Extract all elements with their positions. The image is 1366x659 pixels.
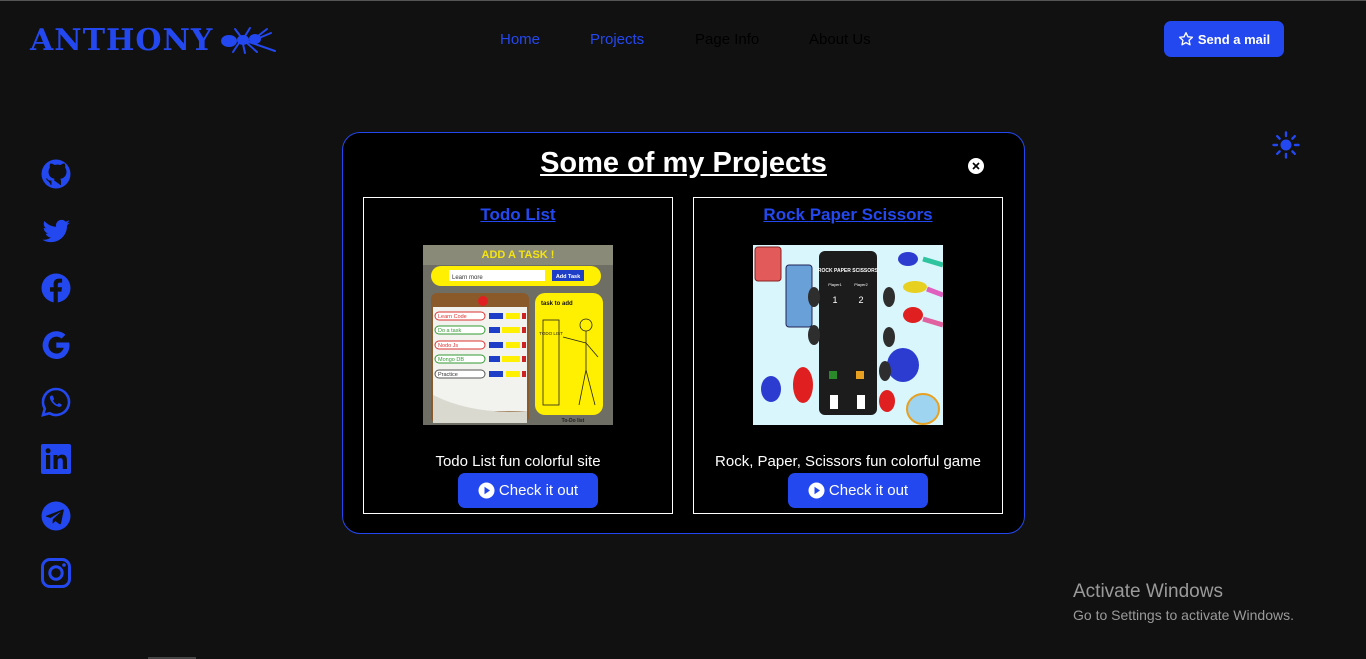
project-title-link[interactable]: Todo List: [364, 205, 672, 225]
project-description: Todo List fun colorful site: [435, 453, 601, 470]
thumb-task-2: Do a task: [438, 328, 461, 334]
whatsapp-icon[interactable]: [40, 386, 72, 418]
thumb-player2: Player2: [854, 282, 868, 287]
rps-thumbnail-art: ROCK PAPER SCISSORS Player1 Player2 1 2: [753, 245, 943, 425]
thumb-player1: Player1: [828, 282, 842, 287]
instagram-icon[interactable]: [40, 557, 72, 589]
nav-home[interactable]: Home: [500, 31, 540, 48]
site-logo[interactable]: ANTHONY: [30, 20, 279, 60]
watermark-subtitle: Go to Settings to activate Windows.: [1073, 607, 1294, 623]
nav-projects[interactable]: Projects: [590, 31, 644, 48]
send-mail-button[interactable]: Send a mail: [1164, 21, 1284, 57]
close-button[interactable]: [968, 158, 984, 174]
thumb-task-5: Practice: [438, 372, 458, 378]
top-border: [0, 0, 1366, 1]
thumb-side-note: task to add: [541, 301, 573, 307]
watermark-title: Activate Windows: [1073, 581, 1223, 602]
project-card-rps: Rock Paper Scissors ROCK PAPER SCISSORS …: [693, 197, 1003, 514]
thumb-score2: 2: [858, 295, 863, 305]
star-icon: [1178, 31, 1193, 46]
thumb-side-word: TODO LIST: [539, 331, 563, 336]
check-it-out-button[interactable]: Check it out: [458, 473, 598, 508]
google-icon[interactable]: [40, 329, 72, 361]
close-icon: [972, 162, 980, 170]
thumb-task-3: Nodo Js: [438, 343, 458, 349]
modal-title: Some of my Projects: [540, 147, 827, 179]
facebook-icon[interactable]: [40, 272, 72, 304]
social-links: [40, 158, 72, 589]
thumb-footer: To-Do list: [562, 418, 585, 424]
ant-icon: [221, 27, 277, 54]
projects-modal: Some of my Projects Todo List ADD A TASK…: [342, 132, 1025, 534]
thumb-add: Add Task: [556, 274, 581, 280]
nav-about-us[interactable]: About Us: [809, 31, 871, 48]
thumb-panel-title: ROCK PAPER SCISSORS: [818, 268, 879, 274]
check-it-out-label: Check it out: [828, 482, 909, 499]
thumb-task-4: Mongo DB: [438, 357, 464, 363]
twitter-icon[interactable]: [40, 215, 72, 247]
nav-page-info[interactable]: Page Info: [695, 31, 759, 48]
project-description: Rock, Paper, Scissors fun colorful game: [715, 453, 981, 470]
todo-thumbnail: ADD A TASK ! Learn more Add Task Learn C…: [423, 245, 613, 425]
logo-text: ANTHONY: [30, 22, 214, 58]
play-circle-icon: [808, 482, 825, 499]
thumb-score1: 1: [832, 295, 837, 305]
sun-icon[interactable]: [1272, 131, 1300, 159]
project-title-link[interactable]: Rock Paper Scissors: [694, 205, 1002, 225]
project-card-todo: Todo List ADD A TASK ! Learn more Add Ta…: [363, 197, 673, 514]
thumb-input: Learn more: [452, 275, 483, 281]
send-mail-label: Send a mail: [1197, 31, 1271, 47]
check-it-out-button[interactable]: Check it out: [788, 473, 928, 508]
play-circle-icon: [478, 482, 495, 499]
telegram-icon[interactable]: [40, 500, 72, 532]
todo-thumbnail-art: ADD A TASK ! Learn more Add Task Learn C…: [423, 245, 613, 425]
activate-windows-watermark: Activate Windows Go to Settings to activ…: [1073, 581, 1294, 623]
rps-thumbnail: ROCK PAPER SCISSORS Player1 Player2 1 2: [753, 245, 943, 425]
linkedin-icon[interactable]: [40, 443, 72, 475]
check-it-out-label: Check it out: [498, 482, 579, 499]
github-icon[interactable]: [40, 158, 72, 190]
thumb-task-1: Learn Code: [438, 314, 467, 320]
thumb-header: ADD A TASK !: [482, 249, 555, 261]
